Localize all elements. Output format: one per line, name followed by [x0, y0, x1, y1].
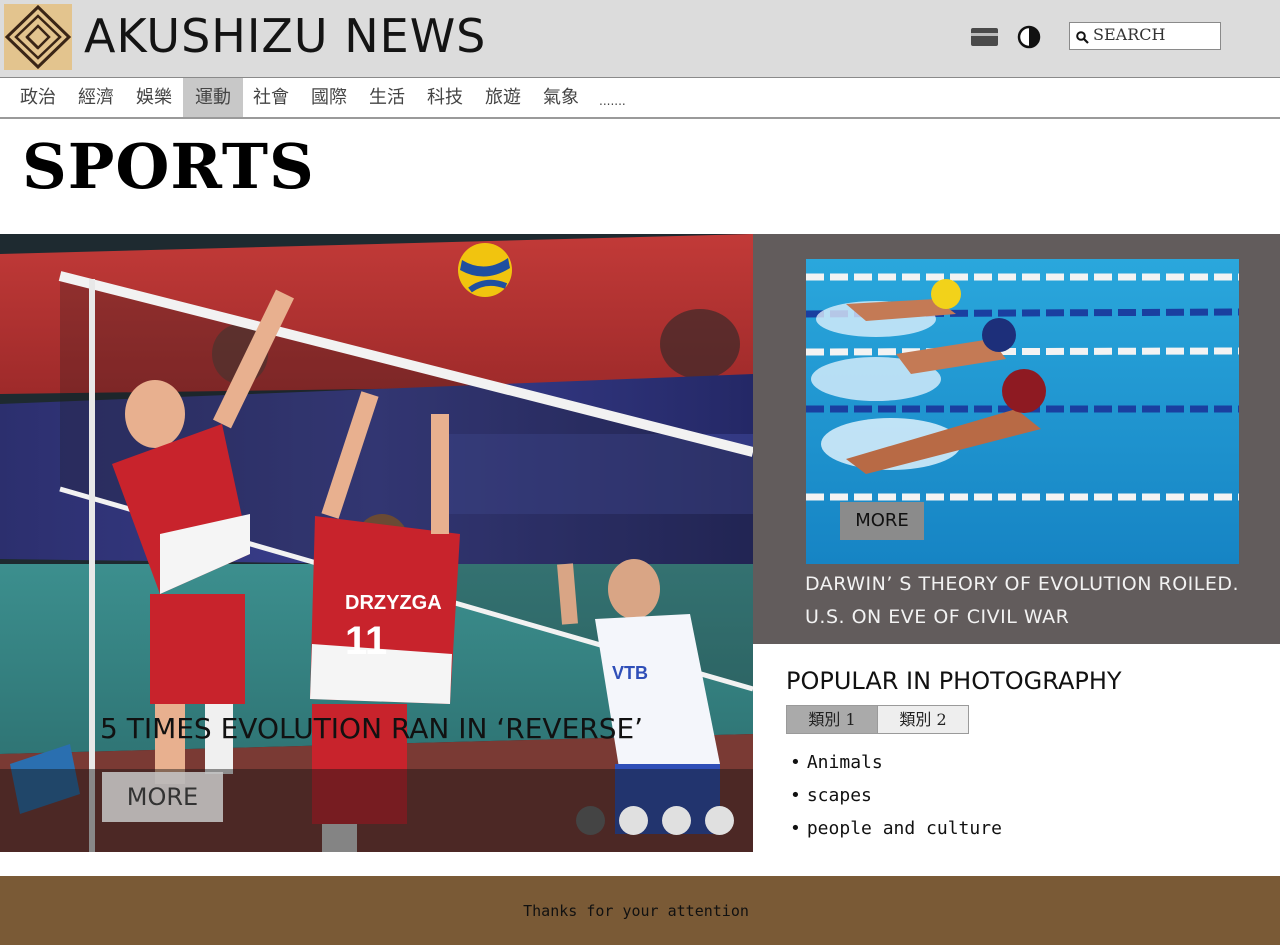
card-icon-stripe: [971, 33, 998, 36]
contrast-icon[interactable]: [1017, 25, 1041, 53]
list-item-label: scapes: [806, 785, 872, 806]
bullet-icon: •: [790, 785, 801, 806]
nav-item-travel[interactable]: 旅遊: [474, 78, 532, 117]
svg-text:11: 11: [345, 619, 387, 663]
popular-title: POPULAR IN PHOTOGRAPHY: [786, 667, 1122, 695]
nav-item-sports[interactable]: 運動: [183, 78, 243, 117]
site-title[interactable]: AKUSHIZU NEWS: [84, 8, 486, 64]
category-nav: 政治 經濟 娛樂 運動 社會 國際 生活 科技 旅遊 氣象 .......: [0, 78, 1280, 119]
list-item[interactable]: • Animals: [790, 750, 1002, 783]
feature-panel: MORE DARWIN’ S THEORY OF EVOLUTION ROILE…: [753, 234, 1280, 644]
feature-headline[interactable]: DARWIN’ S THEORY OF EVOLUTION ROILED. U.…: [805, 568, 1245, 634]
slider-dot-4[interactable]: [705, 806, 734, 835]
search-icon: [1076, 29, 1089, 48]
nav-item-tech[interactable]: 科技: [416, 78, 474, 117]
search-input[interactable]: SEARCH: [1093, 25, 1165, 44]
list-item[interactable]: • people and culture: [790, 816, 1002, 849]
page-title: SPORTS: [22, 130, 315, 203]
site-header: AKUSHIZU NEWS SEARCH: [0, 0, 1280, 78]
slider-dot-2[interactable]: [619, 806, 648, 835]
slider-dot-1[interactable]: [576, 806, 605, 835]
logo-icon: [4, 4, 72, 70]
tab-category-1[interactable]: 類別 1: [786, 705, 878, 734]
bullet-icon: •: [790, 752, 801, 773]
card-icon[interactable]: [971, 28, 998, 46]
feature-more-button[interactable]: MORE: [840, 502, 924, 540]
nav-item-economy[interactable]: 經濟: [67, 78, 125, 117]
nav-item-international[interactable]: 國際: [300, 78, 358, 117]
popular-list: • Animals • scapes • people and culture: [790, 750, 1002, 849]
search-box[interactable]: SEARCH: [1069, 22, 1221, 50]
nav-item-politics[interactable]: 政治: [9, 78, 67, 117]
slider-dot-3[interactable]: [662, 806, 691, 835]
nav-item-life[interactable]: 生活: [358, 78, 416, 117]
list-item[interactable]: • scapes: [790, 783, 1002, 816]
bullet-icon: •: [790, 818, 801, 839]
nav-item-society[interactable]: 社會: [242, 78, 300, 117]
tab-category-2[interactable]: 類別 2: [877, 705, 969, 734]
feature-headline-line-2: U.S. ON EVE OF CIVIL WAR: [805, 606, 1070, 628]
site-footer: Thanks for your attention: [0, 876, 1280, 945]
nav-item-weather[interactable]: 氣象: [532, 78, 590, 117]
nav-more[interactable]: .......: [599, 82, 626, 121]
nav-item-entertainment[interactable]: 娛樂: [125, 78, 183, 117]
volleyball-photo: DRZYZGA 11 VTB: [0, 234, 753, 852]
hero-slider[interactable]: DRZYZGA 11 VTB 5 TIMES EVOLUTION RAN IN …: [0, 234, 753, 852]
footer-text: Thanks for your attention: [523, 902, 749, 920]
list-item-label: people and culture: [806, 818, 1002, 839]
svg-text:VTB: VTB: [612, 663, 648, 683]
feature-headline-line-1: DARWIN’ S THEORY OF EVOLUTION ROILED.: [805, 573, 1240, 595]
hero-headline[interactable]: 5 TIMES EVOLUTION RAN IN ‘REVERSE’: [100, 712, 643, 746]
list-item-label: Animals: [806, 752, 883, 773]
site-logo[interactable]: [4, 4, 72, 70]
hero-more-button[interactable]: MORE: [102, 772, 223, 822]
svg-text:DRZYZGA: DRZYZGA: [345, 592, 442, 614]
